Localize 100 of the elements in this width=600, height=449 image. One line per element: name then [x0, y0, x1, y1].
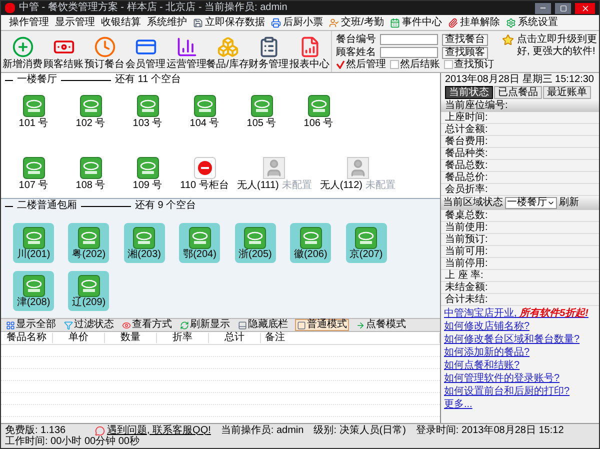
square-icon [297, 320, 306, 330]
area-select[interactable]: 一楼餐厅 [505, 197, 557, 209]
table-icon [194, 95, 216, 117]
checkbox[interactable] [336, 60, 345, 69]
table-label[interactable]: 104 号 [190, 119, 220, 129]
table-label[interactable]: 101 号 [18, 119, 48, 129]
menu-tool-button[interactable]: 挂单解除 [448, 18, 500, 28]
room-tile[interactable]: 湘(203) [124, 223, 165, 263]
checkbox-label[interactable]: 然后管理 [346, 60, 386, 70]
table-icon [355, 226, 378, 248]
checkbox-label[interactable]: 查找预订 [454, 60, 494, 70]
toolbar-button[interactable]: 运营管理 [166, 32, 207, 70]
toolbar-button[interactable]: 会员管理 [125, 32, 166, 70]
info-label: 当前预订: [441, 234, 599, 246]
table-label[interactable]: 109 号 [132, 181, 162, 191]
minimize-button[interactable] [535, 2, 551, 14]
search-field[interactable] [380, 34, 438, 45]
login-time: 登录时间: 2013年08月28日 15:12 [416, 426, 564, 436]
view-button[interactable]: 显示全部 [5, 319, 57, 331]
support-link[interactable]: 遇到问题, 联系客服QQ! [107, 426, 211, 436]
search-button[interactable]: 查找餐台 [442, 34, 488, 46]
help-link[interactable]: 更多... [444, 399, 472, 411]
area-name: 二楼普通包厢 [17, 201, 77, 211]
table-icon [136, 157, 158, 179]
toolbar-button[interactable]: 财务管理 [248, 32, 289, 70]
info-label: 餐桌总数: [441, 210, 599, 222]
upgrade-link[interactable]: 点击立即升级到更好, 更强大的软件! [502, 34, 599, 58]
table-icon [22, 95, 44, 117]
help-link[interactable]: 如何设置前台和后厨的打印? [444, 386, 570, 398]
menu-tool-button[interactable]: 事件中心 [390, 18, 442, 28]
table-label[interactable]: 103 号 [132, 119, 162, 129]
table-label[interactable]: 107 号 [18, 181, 48, 191]
room-tile[interactable]: 徽(206) [290, 223, 332, 263]
tab[interactable]: 最近账单 [543, 86, 591, 99]
help-link[interactable]: 如何修改店铺名称? [444, 321, 530, 333]
search-field[interactable] [380, 47, 438, 58]
table-label[interactable]: 无人(111) [237, 181, 279, 191]
menu-item[interactable]: 操作管理 [9, 18, 49, 28]
view-button[interactable]: 点餐模式 [355, 319, 407, 331]
checkbox-label[interactable]: 然后结账 [400, 60, 440, 70]
chat-icon [95, 426, 105, 436]
room-tile[interactable]: 辽(209) [68, 271, 110, 311]
refresh-button[interactable]: 刷新 [559, 198, 579, 208]
room-tile[interactable]: 粤(202) [68, 223, 110, 263]
help-link[interactable]: 如何添加新的餐品? [444, 347, 530, 359]
checkbox[interactable] [390, 60, 399, 69]
table-label[interactable]: 102 号 [76, 119, 106, 129]
window-title: 中管 - 餐饮类管理方案 - 样本店 - 北京店 - 当前操作员: admin [19, 3, 288, 13]
toolbar-button[interactable]: 预订餐台 [84, 32, 125, 70]
toolbar-button[interactable]: 餐品/库存 [207, 32, 248, 70]
menu-tool-button[interactable]: 系统设置 [506, 18, 558, 28]
boxes-icon [216, 36, 238, 58]
room-tile[interactable]: 京(207) [346, 223, 387, 263]
toolbar-button[interactable]: 顾客结账 [43, 32, 84, 70]
view-button[interactable]: 查看方式 [121, 319, 173, 331]
menu-item[interactable]: 显示管理 [55, 18, 95, 28]
menu-tool-button[interactable]: 立即保存数据 [193, 18, 265, 28]
room-tile[interactable]: 鄂(204) [179, 223, 220, 263]
menu-tool-button[interactable]: 交班/考勤 [329, 18, 384, 28]
table-label[interactable]: 108 号 [76, 181, 106, 191]
table-label[interactable]: 105 号 [246, 119, 276, 129]
close-button[interactable] [575, 2, 595, 14]
table-note: 未配置 [282, 181, 312, 191]
tab[interactable]: 已点餐品 [494, 86, 542, 99]
table-icon [22, 274, 44, 296]
table-icon [133, 226, 156, 248]
info-label: 总计金额: [441, 124, 599, 136]
help-link[interactable]: 如何修改餐台区域和餐台数量? [444, 334, 580, 346]
table-icon [78, 226, 100, 248]
app-icon [5, 3, 15, 13]
level-text: 级别: 决策人员(日常) [314, 426, 406, 436]
menu-item[interactable]: 系统维护 [147, 18, 187, 28]
column-header: 餐品名称 [1, 333, 53, 343]
view-button[interactable]: 过滤状态 [63, 319, 115, 331]
view-button[interactable]: 普通模式 [295, 319, 349, 331]
tab[interactable]: 当前状态 [445, 86, 493, 99]
toolbar-button[interactable]: 新增消费 [2, 32, 43, 70]
help-link[interactable]: 如何点餐和结账? [444, 360, 520, 372]
checkbox[interactable] [444, 60, 453, 69]
info-label: 餐品种类: [441, 148, 599, 160]
search-button[interactable]: 查找顾客 [442, 46, 488, 58]
room-tile[interactable]: 川(201) [13, 223, 54, 263]
table-label[interactable]: 110 号柜台 [180, 181, 229, 191]
date-time: 2013年08月28日 星期三 15:12:30 [445, 74, 594, 84]
menu-tool-button[interactable]: 后厨小票 [271, 18, 323, 28]
help-link[interactable]: 中管淘宝店开业, 所有软件5折起! [444, 308, 588, 320]
toolbar-button[interactable]: 报表中心 [289, 32, 330, 70]
view-button[interactable]: 隐藏底栏 [237, 319, 289, 331]
table-label[interactable]: 106 号 [304, 119, 334, 129]
table-icon [244, 226, 266, 248]
bar-chart-icon [176, 36, 198, 58]
room-tile[interactable]: 津(208) [13, 271, 54, 311]
table-label[interactable]: 无人(112) [320, 181, 362, 191]
field-label: 餐台编号 [336, 34, 376, 44]
paperclip-icon [448, 18, 458, 28]
help-link[interactable]: 如何管理软件的登录账号? [444, 373, 560, 385]
maximize-button[interactable] [555, 2, 571, 14]
view-button[interactable]: 刷新显示 [179, 319, 231, 331]
room-tile[interactable]: 浙(205) [234, 223, 276, 263]
menu-item[interactable]: 收银结算 [101, 18, 141, 28]
